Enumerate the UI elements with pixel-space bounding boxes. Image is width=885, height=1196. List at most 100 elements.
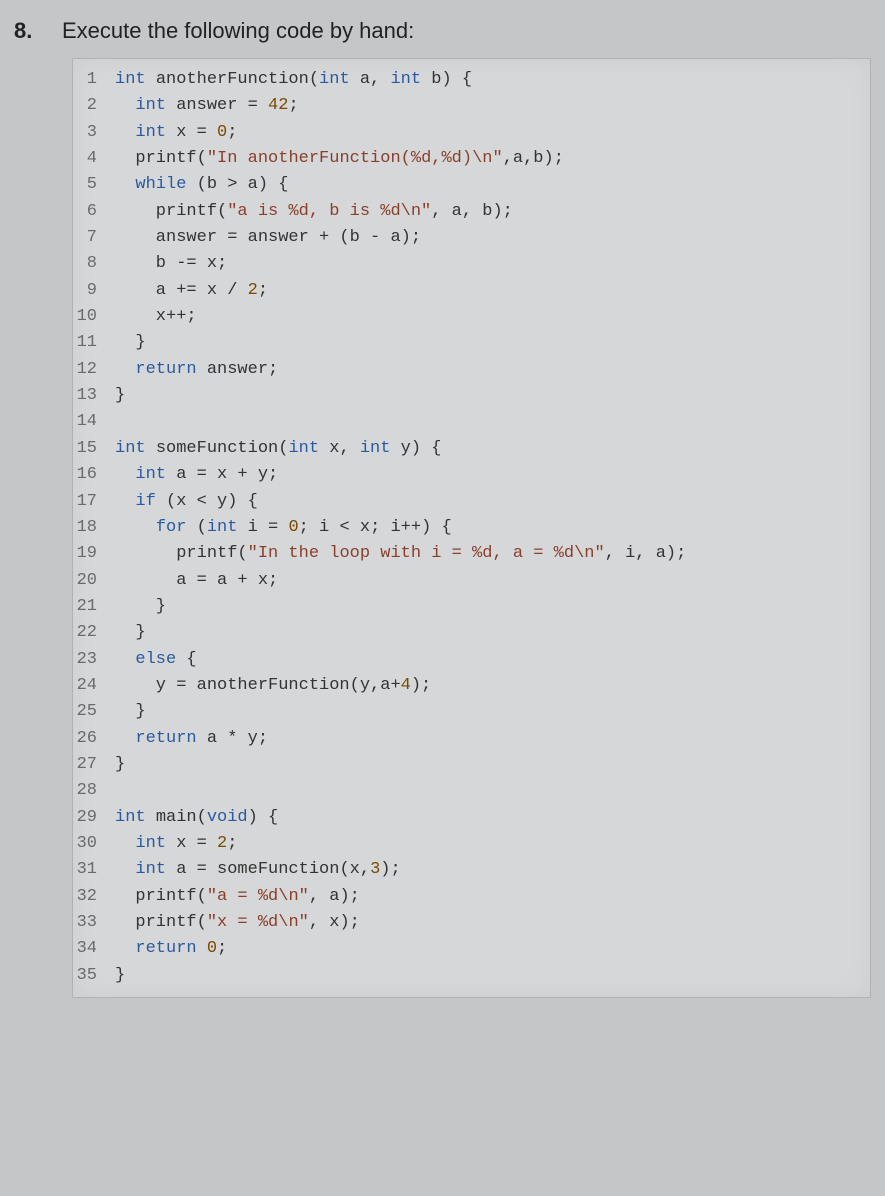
code-line: 16 int a = x + y; [73,462,866,488]
code-token: int [135,123,176,142]
code-token [115,729,135,748]
code-token: int [135,96,176,115]
code-content: } [115,699,146,725]
code-token: 2 [248,281,258,300]
code-line: 2 int answer = 42; [73,93,866,119]
code-token: answer = [176,96,268,115]
code-token: int [288,439,329,458]
code-token: "In the loop with i = %d, a = %d\n" [248,544,605,563]
line-number: 14 [73,409,115,435]
code-token: int [115,439,156,458]
question-number: 8. [14,18,44,44]
code-content: } [115,963,125,989]
code-token: answer; [207,360,278,379]
code-token: anotherFunction( [156,70,319,89]
code-token: b) { [431,70,472,89]
code-token: ( [197,518,207,537]
code-content: a = a + x; [115,568,278,594]
code-content: printf("x = %d\n", x); [115,910,360,936]
line-number: 20 [73,568,115,594]
code-token: a += x / [115,281,248,300]
code-line: 5 while (b > a) { [73,172,866,198]
code-token [115,834,135,853]
line-number: 33 [73,910,115,936]
code-line: 1int anotherFunction(int a, int b) { [73,67,866,93]
code-content: answer = answer + (b - a); [115,225,421,251]
code-token [115,175,135,194]
code-token [115,518,156,537]
code-token: ); [411,676,431,695]
code-line: 8 b -= x; [73,251,866,277]
line-number: 31 [73,857,115,883]
code-line: 34 return 0; [73,936,866,962]
code-token: ; [288,96,298,115]
code-token: int [135,465,176,484]
line-number: 9 [73,278,115,304]
code-token: ; [227,834,237,853]
code-content: int answer = 42; [115,93,299,119]
line-number: 15 [73,436,115,462]
code-line: 25 } [73,699,866,725]
code-token: return [135,729,206,748]
code-token: 42 [268,96,288,115]
code-token: else [135,650,186,669]
code-content: int main(void) { [115,805,278,831]
code-token [115,860,135,879]
code-line: 4 printf("In anotherFunction(%d,%d)\n",a… [73,146,866,172]
line-number: 28 [73,778,115,804]
code-token: ; i < x; i++) { [299,518,452,537]
code-line: 31 int a = someFunction(x,3); [73,857,866,883]
code-content: printf("a is %d, b is %d\n", a, b); [115,199,513,225]
code-line: 13} [73,383,866,409]
code-token: } [115,386,125,405]
code-token: int [319,70,360,89]
line-number: 1 [73,67,115,93]
code-line: 21 } [73,594,866,620]
line-number: 30 [73,831,115,857]
code-content: b -= x; [115,251,227,277]
code-line: 7 answer = answer + (b - a); [73,225,866,251]
line-number: 26 [73,726,115,752]
code-content: return answer; [115,357,278,383]
line-number: 10 [73,304,115,330]
code-line: 20 a = a + x; [73,568,866,594]
code-token [115,939,135,958]
code-line: 24 y = anotherFunction(y,a+4); [73,673,866,699]
line-number: 4 [73,146,115,172]
code-token: , i, a); [605,544,687,563]
line-number: 13 [73,383,115,409]
code-token: x++; [115,307,197,326]
code-content: printf("In the loop with i = %d, a = %d\… [115,541,686,567]
code-line: 18 for (int i = 0; i < x; i++) { [73,515,866,541]
code-token: b -= x; [115,254,227,273]
code-token: } [115,597,166,616]
code-content: y = anotherFunction(y,a+4); [115,673,431,699]
code-line: 10 x++; [73,304,866,330]
code-token [115,492,135,511]
code-token: } [115,623,146,642]
code-line: 19 printf("In the loop with i = %d, a = … [73,541,866,567]
line-number: 21 [73,594,115,620]
code-token: int [207,518,248,537]
code-token: a = someFunction(x, [176,860,370,879]
code-content: int x = 2; [115,831,237,857]
code-token: (x < y) { [166,492,258,511]
code-token: ; [217,939,227,958]
code-token: if [135,492,166,511]
code-content: else { [115,647,197,673]
code-line: 9 a += x / 2; [73,278,866,304]
code-token: int [135,834,176,853]
line-number: 22 [73,620,115,646]
code-line: 29int main(void) { [73,805,866,831]
line-number: 25 [73,699,115,725]
line-number: 3 [73,120,115,146]
line-number: 35 [73,963,115,989]
line-number: 29 [73,805,115,831]
code-token: for [156,518,197,537]
code-token: , a); [309,887,360,906]
code-token: x = [176,834,217,853]
code-token: "a is %d, b is %d\n" [227,202,431,221]
code-content: int anotherFunction(int a, int b) { [115,67,472,93]
code-content: return a * y; [115,726,268,752]
code-token: printf( [115,149,207,168]
